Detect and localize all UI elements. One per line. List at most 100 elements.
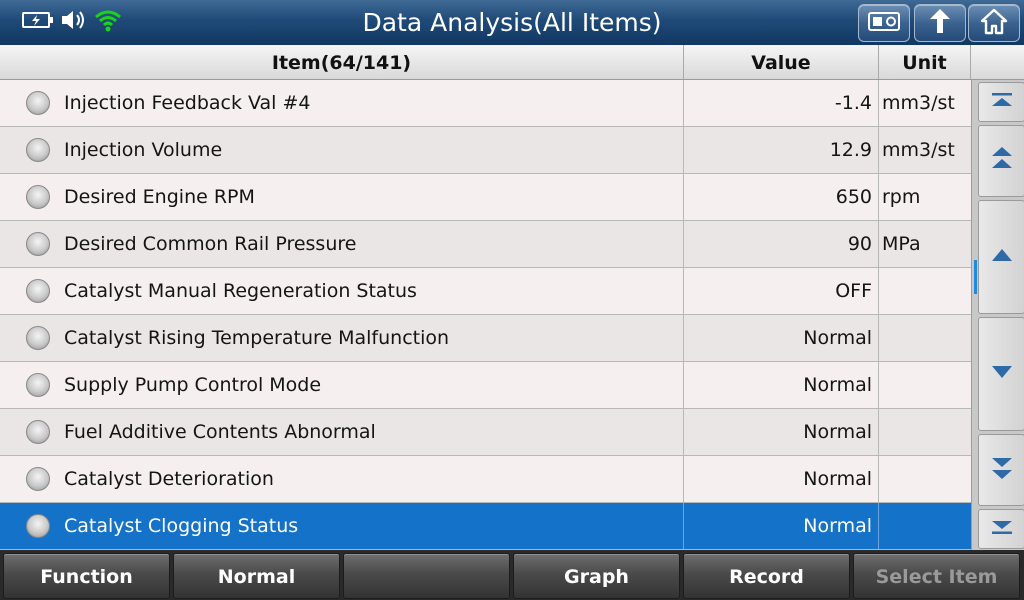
table-row[interactable]: Supply Pump Control Mode Normal xyxy=(0,362,971,409)
item-unit: MPa xyxy=(882,233,921,255)
title-bar: Data Analysis(All Items) xyxy=(0,0,1024,46)
scroll-indicator xyxy=(974,260,977,294)
unit-cell: MPa xyxy=(879,221,971,267)
item-cell: Catalyst Deterioration xyxy=(0,456,684,502)
radio-button[interactable] xyxy=(26,138,50,162)
item-cell: Injection Feedback Val #4 xyxy=(0,80,684,126)
table-row[interactable]: Catalyst Manual Regeneration Status OFF xyxy=(0,268,971,315)
item-name: Fuel Additive Contents Abnormal xyxy=(64,421,376,443)
scroll-down-button[interactable] xyxy=(978,317,1024,431)
unit-cell: mm3/st xyxy=(879,127,971,173)
item-value: Normal xyxy=(803,327,872,349)
chevron-up-icon xyxy=(989,246,1015,268)
function-button[interactable]: Function xyxy=(3,553,170,599)
page-up-button[interactable] xyxy=(978,125,1024,197)
radio-button[interactable] xyxy=(26,91,50,115)
value-cell: -1.4 xyxy=(684,80,879,126)
table-row[interactable]: Desired Engine RPM 650 rpm xyxy=(0,174,971,221)
item-name: Desired Engine RPM xyxy=(64,186,255,208)
item-name: Catalyst Clogging Status xyxy=(64,515,299,537)
item-unit: mm3/st xyxy=(882,139,955,161)
item-value: Normal xyxy=(803,468,872,490)
item-value: Normal xyxy=(803,374,872,396)
chevron-down-icon xyxy=(989,363,1015,385)
item-name: Supply Pump Control Mode xyxy=(64,374,322,396)
item-name: Desired Common Rail Pressure xyxy=(64,233,357,255)
radio-button[interactable] xyxy=(26,232,50,256)
radio-button[interactable] xyxy=(26,420,50,444)
item-cell: Desired Engine RPM xyxy=(0,174,684,220)
radio-button[interactable] xyxy=(26,326,50,350)
column-header-item: Item(64/141) xyxy=(0,45,684,79)
radio-button[interactable] xyxy=(26,373,50,397)
unit-cell xyxy=(879,503,971,549)
unit-cell: mm3/st xyxy=(879,80,971,126)
value-cell: Normal xyxy=(684,315,879,361)
item-unit: rpm xyxy=(882,186,921,208)
screenshot-icon xyxy=(867,9,901,37)
value-cell: Normal xyxy=(684,409,879,455)
radio-button[interactable] xyxy=(26,467,50,491)
back-button[interactable] xyxy=(914,4,966,42)
table-row[interactable]: Fuel Additive Contents Abnormal Normal xyxy=(0,409,971,456)
unit-cell xyxy=(879,456,971,502)
table-row[interactable]: Catalyst Deterioration Normal xyxy=(0,456,971,503)
scroll-top-button[interactable] xyxy=(978,82,1024,122)
radio-button[interactable] xyxy=(26,514,50,538)
home-button[interactable] xyxy=(968,4,1020,42)
table-row[interactable]: Desired Common Rail Pressure 90 MPa xyxy=(0,221,971,268)
blank-button[interactable] xyxy=(343,553,510,599)
item-cell: Fuel Additive Contents Abnormal xyxy=(0,409,684,455)
item-value: Normal xyxy=(803,515,872,537)
value-cell: 90 xyxy=(684,221,879,267)
bottom-toolbar: Function Normal Graph Record Select Item xyxy=(0,550,1024,600)
table-header: Item(64/141) Value Unit xyxy=(0,45,1024,80)
table-row[interactable]: Catalyst Rising Temperature Malfunction … xyxy=(0,315,971,362)
back-arrow-icon xyxy=(925,7,955,39)
page-down-button[interactable] xyxy=(978,434,1024,506)
item-name: Catalyst Deterioration xyxy=(64,468,274,490)
radio-button[interactable] xyxy=(26,185,50,209)
item-value: 12.9 xyxy=(829,139,872,161)
scroll-up-button[interactable] xyxy=(978,200,1024,314)
item-unit: mm3/st xyxy=(882,92,955,114)
unit-cell: rpm xyxy=(879,174,971,220)
value-cell: OFF xyxy=(684,268,879,314)
column-header-spacer xyxy=(971,45,1024,79)
unit-cell xyxy=(879,409,971,455)
screenshot-button[interactable] xyxy=(858,4,910,42)
value-cell: Normal xyxy=(684,503,879,549)
value-cell: 12.9 xyxy=(684,127,879,173)
scroll-bottom-icon xyxy=(989,518,1015,540)
normal-button[interactable]: Normal xyxy=(173,553,340,599)
value-cell: Normal xyxy=(684,456,879,502)
item-cell: Catalyst Clogging Status xyxy=(0,503,684,549)
record-button[interactable]: Record xyxy=(683,553,850,599)
item-name: Catalyst Manual Regeneration Status xyxy=(64,280,417,302)
scroll-panel xyxy=(971,80,1024,550)
unit-cell xyxy=(879,362,971,408)
graph-button[interactable]: Graph xyxy=(513,553,680,599)
radio-button[interactable] xyxy=(26,279,50,303)
table-row[interactable]: Injection Volume 12.9 mm3/st xyxy=(0,127,971,174)
item-value: OFF xyxy=(835,280,872,302)
unit-cell xyxy=(879,315,971,361)
item-name: Catalyst Rising Temperature Malfunction xyxy=(64,327,450,349)
scroll-top-icon xyxy=(989,91,1015,113)
item-cell: Desired Common Rail Pressure xyxy=(0,221,684,267)
column-header-value: Value xyxy=(684,45,879,79)
double-chevron-up-icon xyxy=(989,145,1015,177)
home-icon xyxy=(979,7,1009,39)
table-row-selected[interactable]: Catalyst Clogging Status Normal xyxy=(0,503,971,550)
item-cell: Injection Volume xyxy=(0,127,684,173)
item-value: 90 xyxy=(847,233,872,255)
data-table: Injection Feedback Val #4 -1.4 mm3/st In… xyxy=(0,80,971,550)
table-row[interactable]: Injection Feedback Val #4 -1.4 mm3/st xyxy=(0,80,971,127)
double-chevron-down-icon xyxy=(989,454,1015,486)
item-cell: Catalyst Rising Temperature Malfunction xyxy=(0,315,684,361)
item-cell: Supply Pump Control Mode xyxy=(0,362,684,408)
value-cell: 650 xyxy=(684,174,879,220)
unit-cell xyxy=(879,268,971,314)
select-item-button[interactable]: Select Item xyxy=(853,553,1020,599)
scroll-bottom-button[interactable] xyxy=(978,509,1024,549)
